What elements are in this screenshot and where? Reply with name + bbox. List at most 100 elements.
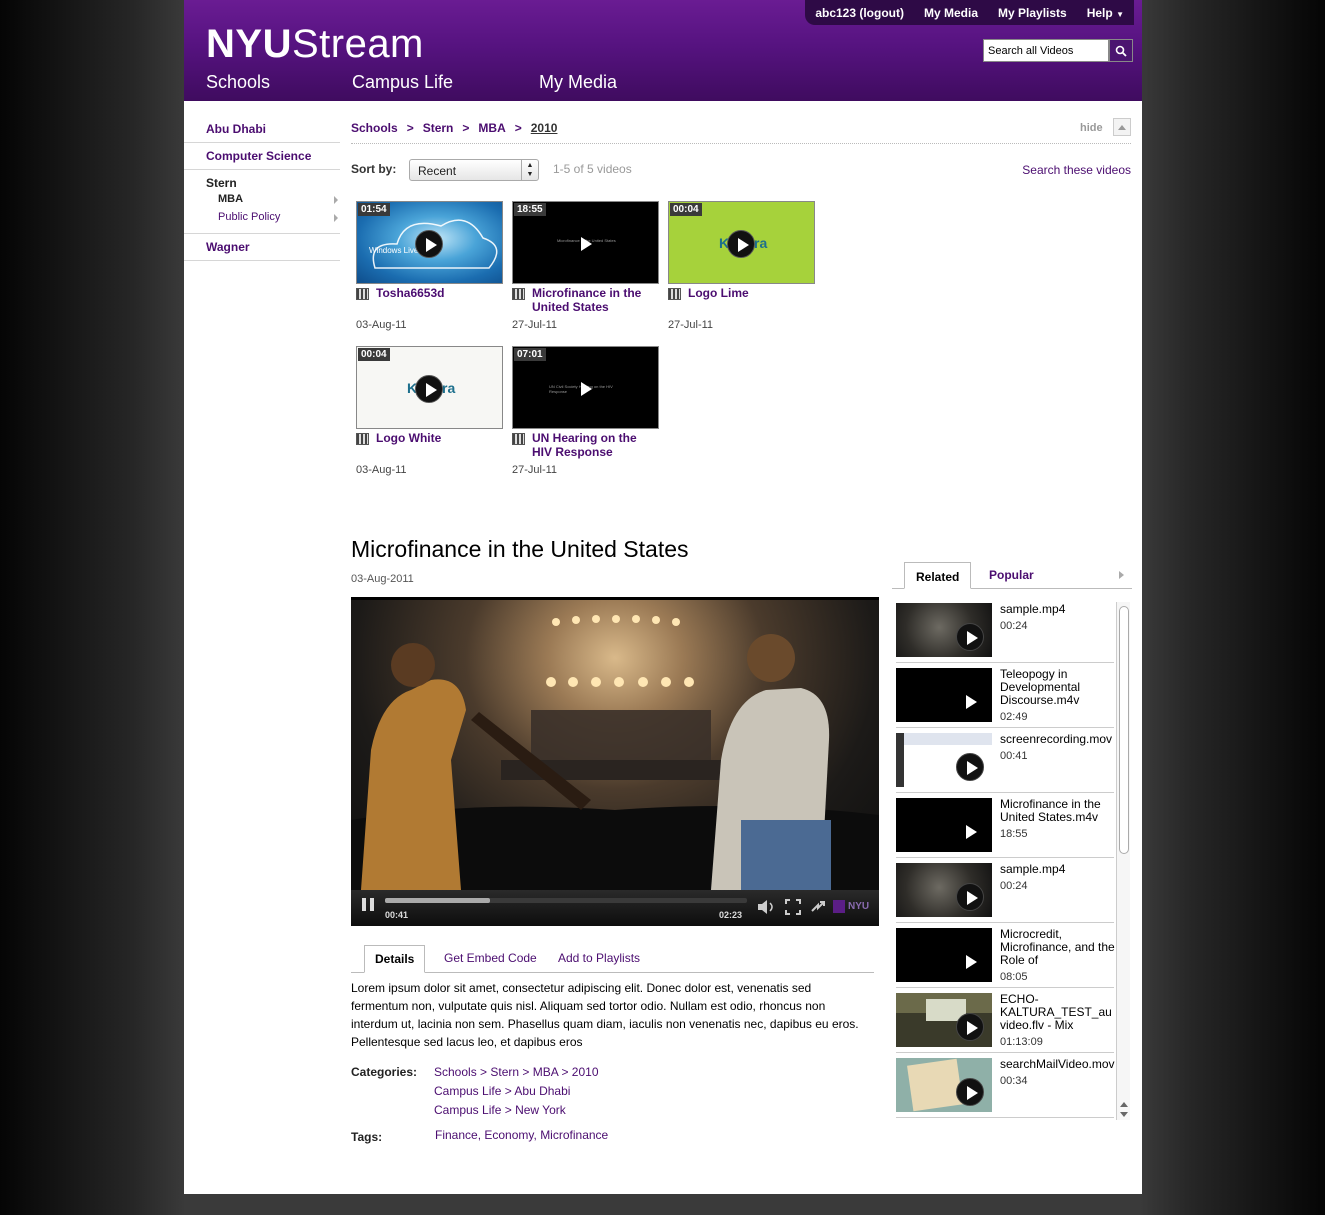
related-thumbnail[interactable]: [896, 1058, 992, 1112]
tab-popular[interactable]: Popular: [989, 562, 1034, 589]
category-link[interactable]: Stern: [490, 1065, 519, 1079]
related-item[interactable]: ECHO-KALTURA_TEST_au video.flv - Mix 01:…: [896, 988, 1114, 1053]
search-button[interactable]: [1109, 39, 1133, 62]
film-icon: [668, 288, 681, 300]
breadcrumb-stern[interactable]: Stern: [423, 121, 454, 135]
related-duration: 18:55: [1000, 828, 1028, 840]
category-link[interactable]: New York: [515, 1103, 566, 1117]
search-these-videos-link[interactable]: Search these videos: [1022, 163, 1131, 177]
related-title[interactable]: Microfinance in the United States.m4v: [1000, 798, 1118, 824]
tag-link[interactable]: Microfinance: [540, 1128, 608, 1142]
related-item[interactable]: sample.mp4 00:24: [896, 598, 1114, 663]
related-thumbnail[interactable]: [896, 733, 992, 787]
related-thumbnail[interactable]: [896, 668, 992, 722]
sidebar-item-stern[interactable]: Stern MBA Public Policy: [184, 170, 340, 234]
volume-icon[interactable]: [756, 899, 776, 915]
related-item[interactable]: sample.mp4 00:24: [896, 858, 1114, 923]
category-link[interactable]: Campus Life: [434, 1103, 501, 1117]
chevron-right-icon: [334, 196, 338, 204]
hide-link[interactable]: hide: [1080, 122, 1103, 134]
sidebar-item-computer-science[interactable]: Computer Science: [184, 143, 340, 170]
tag-link[interactable]: Economy: [484, 1128, 533, 1142]
related-item[interactable]: searchMailVideo.mov 00:34: [896, 1053, 1115, 1118]
video-title-link[interactable]: Logo Lime: [688, 286, 808, 300]
video-date: 03-Aug-11: [356, 319, 407, 331]
tab-get-embed-code[interactable]: Get Embed Code: [444, 945, 537, 973]
player-controls: 00:41 02:23 NYU: [351, 890, 879, 926]
related-thumbnail[interactable]: [896, 798, 992, 852]
video-title-link[interactable]: Logo White: [376, 431, 496, 445]
related-title[interactable]: searchMailVideo.mov: [1000, 1058, 1118, 1071]
tag-link[interactable]: Finance: [435, 1128, 478, 1142]
related-item[interactable]: Microcredit, Microfinance, and the Role …: [896, 923, 1115, 988]
logout-link[interactable]: abc123 (logout): [815, 6, 904, 20]
related-thumbnail[interactable]: [896, 863, 992, 917]
collapse-up-icon[interactable]: [1113, 118, 1131, 136]
related-title[interactable]: sample.mp4: [1000, 863, 1118, 876]
nyustream-logo[interactable]: NYUStream: [206, 22, 424, 67]
category-link[interactable]: Abu Dhabi: [514, 1084, 570, 1098]
search-input[interactable]: Search all Videos: [983, 39, 1109, 62]
category-link[interactable]: 2010: [572, 1065, 599, 1079]
sort-select[interactable]: Recent ▲ ▼: [409, 159, 539, 181]
film-icon: [356, 433, 369, 445]
related-thumbnail[interactable]: [896, 993, 992, 1047]
category-link[interactable]: MBA: [533, 1065, 558, 1079]
my-playlists-link[interactable]: My Playlists: [998, 6, 1067, 20]
video-title-link[interactable]: UN Hearing on the HIV Response: [532, 431, 652, 459]
sidebar-item-wagner[interactable]: Wagner: [184, 234, 340, 261]
nav-campus-life[interactable]: Campus Life: [352, 72, 453, 93]
video-title-link[interactable]: Microfinance in the United States: [532, 286, 652, 314]
missing-mail-poster: [907, 1058, 963, 1112]
video-thumbnail[interactable]: Kaltura 00:04: [356, 346, 503, 429]
scroll-up-icon[interactable]: [1120, 1102, 1128, 1107]
sort-label: Sort by:: [351, 162, 397, 176]
fullscreen-icon[interactable]: [785, 899, 801, 915]
related-title[interactable]: sample.mp4: [1000, 603, 1118, 616]
my-media-link[interactable]: My Media: [924, 6, 978, 20]
tab-add-to-playlists[interactable]: Add to Playlists: [558, 945, 640, 973]
category-path: Campus Life > New York: [434, 1103, 566, 1117]
video-player[interactable]: 00:41 02:23 NYU: [351, 597, 879, 926]
related-title[interactable]: Microcredit, Microfinance, and the Role …: [1000, 928, 1118, 967]
category-link[interactable]: Schools: [434, 1065, 477, 1079]
video-title-link[interactable]: Tosha6653d: [376, 286, 496, 300]
related-title[interactable]: screenrecording.mov: [1000, 733, 1118, 746]
related-scrollbar[interactable]: [1116, 602, 1130, 1120]
seek-bar[interactable]: [385, 898, 747, 903]
related-item[interactable]: Microfinance in the United States.m4v 18…: [896, 793, 1114, 858]
video-thumbnail[interactable]: Windows Live 01:54: [356, 201, 503, 284]
related-thumbnail[interactable]: [896, 603, 992, 657]
nav-my-media[interactable]: My Media: [539, 72, 617, 93]
tab-related[interactable]: Related: [904, 562, 972, 589]
tab-details[interactable]: Details: [364, 945, 426, 973]
scrollbar-thumb[interactable]: [1119, 606, 1129, 854]
video-thumbnail[interactable]: Kaltura 00:04: [668, 201, 815, 284]
breadcrumb-mba[interactable]: MBA: [478, 121, 505, 135]
related-title[interactable]: ECHO-KALTURA_TEST_au video.flv - Mix: [1000, 993, 1118, 1032]
breadcrumb-schools[interactable]: Schools: [351, 121, 398, 135]
related-item[interactable]: Teleopogy in Developmental Discourse.m4v…: [896, 663, 1114, 728]
video-thumbnail[interactable]: UN Civil Society Hearing on the HIV Resp…: [512, 346, 659, 429]
scroll-down-icon[interactable]: [1120, 1112, 1128, 1117]
thumbnail-text: Windows Live: [369, 246, 419, 255]
related-item[interactable]: screenrecording.mov 00:41: [896, 728, 1114, 793]
play-icon: [956, 1013, 984, 1041]
related-title[interactable]: Teleopogy in Developmental Discourse.m4v: [1000, 668, 1118, 707]
sidebar-subitem-mba[interactable]: MBA: [218, 193, 243, 205]
breadcrumb: Schools > Stern > MBA > 2010: [351, 121, 557, 135]
categories-label: Categories:: [351, 1065, 418, 1079]
video-thumbnail[interactable]: Microfinance in the United States 18:55: [512, 201, 659, 284]
related-thumbnail[interactable]: [896, 928, 992, 982]
related-duration: 01:13:09: [1000, 1036, 1043, 1048]
related-duration: 00:24: [1000, 880, 1028, 892]
help-menu[interactable]: Help ▼: [1087, 6, 1124, 20]
sidebar-subitem-public-policy[interactable]: Public Policy: [218, 211, 280, 223]
sidebar-item-abu-dhabi[interactable]: Abu Dhabi: [184, 115, 340, 143]
nav-schools[interactable]: Schools: [206, 72, 270, 93]
pause-icon[interactable]: [362, 898, 374, 911]
share-icon[interactable]: [810, 899, 826, 915]
chevron-right-icon[interactable]: [1119, 571, 1124, 579]
category-link[interactable]: Campus Life: [434, 1084, 501, 1098]
video-frame[interactable]: [351, 600, 879, 890]
